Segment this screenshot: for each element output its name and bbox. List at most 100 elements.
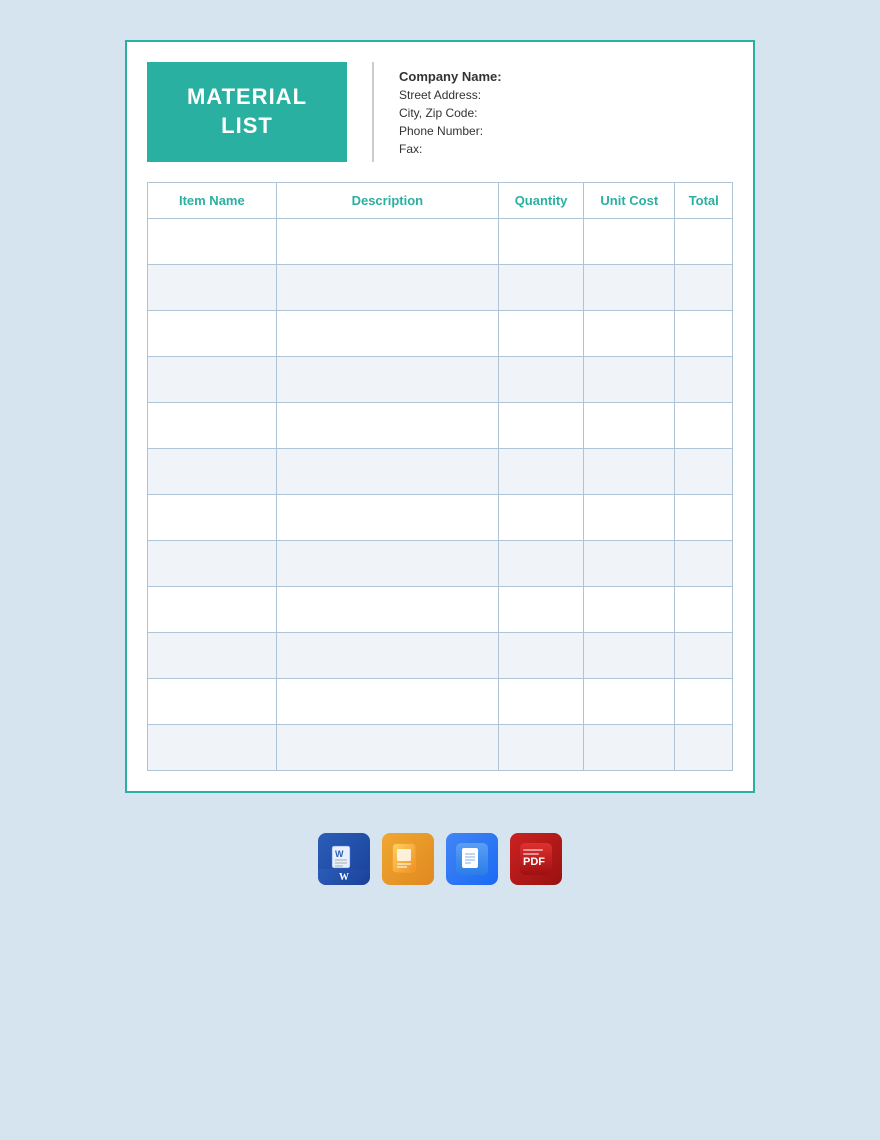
document-title: MATERIAL LIST [187, 83, 307, 140]
col-header-item-name: Item Name [148, 183, 277, 219]
table-row [148, 495, 733, 541]
table-cell[interactable] [675, 449, 733, 495]
table-cell[interactable] [148, 449, 277, 495]
toolbar-icons: W W [318, 833, 562, 885]
col-header-total: Total [675, 183, 733, 219]
table-cell[interactable] [276, 449, 498, 495]
table-cell[interactable] [584, 357, 675, 403]
table-cell[interactable] [148, 403, 277, 449]
table-cell[interactable] [276, 357, 498, 403]
doc-header: MATERIAL LIST Company Name: Street Addre… [127, 42, 753, 182]
table-cell[interactable] [675, 403, 733, 449]
table-cell[interactable] [675, 587, 733, 633]
table-cell[interactable] [498, 541, 583, 587]
table-row [148, 403, 733, 449]
table-cell[interactable] [675, 265, 733, 311]
table-cell[interactable] [276, 219, 498, 265]
table-cell[interactable] [584, 633, 675, 679]
table-row [148, 265, 733, 311]
table-cell[interactable] [148, 357, 277, 403]
svg-text:W: W [335, 849, 344, 859]
company-info: Company Name: Street Address: City, Zip … [372, 62, 502, 162]
material-table: Item Name Description Quantity Unit Cost… [147, 182, 733, 771]
table-cell[interactable] [675, 633, 733, 679]
table-cell[interactable] [148, 725, 277, 771]
table-cell[interactable] [148, 587, 277, 633]
table-cell[interactable] [148, 541, 277, 587]
table-cell[interactable] [148, 219, 277, 265]
phone-label: Phone Number: [399, 124, 502, 138]
table-cell[interactable] [276, 679, 498, 725]
word-icon[interactable]: W W [318, 833, 370, 885]
table-cell[interactable] [584, 403, 675, 449]
col-header-description: Description [276, 183, 498, 219]
table-cell[interactable] [498, 219, 583, 265]
table-cell[interactable] [276, 633, 498, 679]
city-label: City, Zip Code: [399, 106, 502, 120]
table-row [148, 587, 733, 633]
pages-svg [390, 841, 426, 877]
table-cell[interactable] [498, 311, 583, 357]
fax-label: Fax: [399, 142, 502, 156]
street-address-label: Street Address: [399, 88, 502, 102]
table-cell[interactable] [498, 587, 583, 633]
table-row [148, 541, 733, 587]
table-section: Item Name Description Quantity Unit Cost… [127, 182, 753, 791]
table-cell[interactable] [675, 679, 733, 725]
google-docs-icon[interactable] [446, 833, 498, 885]
table-cell[interactable] [675, 725, 733, 771]
table-cell[interactable] [498, 725, 583, 771]
table-cell[interactable] [148, 633, 277, 679]
table-cell[interactable] [276, 495, 498, 541]
table-cell[interactable] [584, 679, 675, 725]
col-header-quantity: Quantity [498, 183, 583, 219]
svg-text:PDF: PDF [523, 856, 545, 868]
table-row [148, 357, 733, 403]
table-cell[interactable] [148, 311, 277, 357]
table-row [148, 449, 733, 495]
table-cell[interactable] [498, 449, 583, 495]
table-cell[interactable] [675, 219, 733, 265]
table-cell[interactable] [148, 679, 277, 725]
table-cell[interactable] [498, 633, 583, 679]
table-cell[interactable] [498, 679, 583, 725]
table-cell[interactable] [276, 587, 498, 633]
pdf-svg: PDF [518, 841, 554, 877]
table-row [148, 725, 733, 771]
table-cell[interactable] [675, 541, 733, 587]
table-cell[interactable] [498, 403, 583, 449]
col-header-unit-cost: Unit Cost [584, 183, 675, 219]
table-cell[interactable] [148, 495, 277, 541]
table-cell[interactable] [498, 265, 583, 311]
table-cell[interactable] [584, 219, 675, 265]
table-cell[interactable] [675, 311, 733, 357]
table-cell[interactable] [276, 541, 498, 587]
table-cell[interactable] [584, 725, 675, 771]
table-cell[interactable] [148, 265, 277, 311]
table-cell[interactable] [584, 587, 675, 633]
docs-svg [454, 841, 490, 877]
table-row [148, 219, 733, 265]
table-cell[interactable] [276, 725, 498, 771]
pages-icon[interactable] [382, 833, 434, 885]
table-cell[interactable] [584, 311, 675, 357]
table-cell[interactable] [584, 541, 675, 587]
table-row [148, 633, 733, 679]
table-cell[interactable] [498, 495, 583, 541]
company-name-label: Company Name: [399, 69, 502, 84]
table-row [148, 679, 733, 725]
document-container: MATERIAL LIST Company Name: Street Addre… [125, 40, 755, 793]
table-cell[interactable] [276, 265, 498, 311]
table-cell[interactable] [276, 311, 498, 357]
table-cell[interactable] [584, 265, 675, 311]
pdf-icon[interactable]: PDF [510, 833, 562, 885]
table-cell[interactable] [498, 357, 583, 403]
table-cell[interactable] [675, 357, 733, 403]
table-cell[interactable] [584, 449, 675, 495]
title-box: MATERIAL LIST [147, 62, 347, 162]
table-cell[interactable] [276, 403, 498, 449]
table-row [148, 311, 733, 357]
table-header-row: Item Name Description Quantity Unit Cost… [148, 183, 733, 219]
table-cell[interactable] [584, 495, 675, 541]
table-cell[interactable] [675, 495, 733, 541]
